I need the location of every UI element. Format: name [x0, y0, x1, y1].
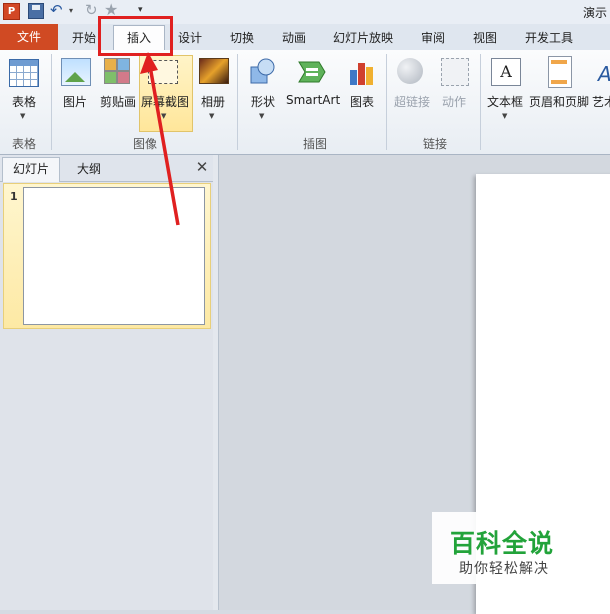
- tab-outline[interactable]: 大纲: [60, 158, 118, 180]
- shapes-button[interactable]: 形状: [246, 93, 280, 110]
- undo-icon[interactable]: ↶: [50, 1, 63, 19]
- table-icon[interactable]: [9, 59, 39, 87]
- customize-qat-icon[interactable]: ▾: [138, 5, 143, 15]
- group-divider: [51, 54, 52, 150]
- tab-developer[interactable]: 开发工具: [520, 28, 578, 48]
- screenshot-button[interactable]: 屏幕截图: [139, 93, 191, 110]
- tab-transitions[interactable]: 切换: [224, 28, 260, 48]
- window-title: 演示: [583, 6, 608, 20]
- wordart-button[interactable]: 艺术字: [592, 93, 610, 110]
- watermark-title: 百科全说: [450, 529, 555, 558]
- tab-file[interactable]: 文件: [0, 24, 58, 50]
- photo-album-dropdown-icon[interactable]: ▼: [209, 112, 214, 120]
- tab-animations[interactable]: 动画: [276, 28, 312, 48]
- close-icon[interactable]: ✕: [193, 157, 211, 177]
- photo-album-button[interactable]: 相册: [196, 93, 230, 110]
- smartart-button[interactable]: SmartArt: [286, 93, 340, 107]
- group-label-images: 图像: [132, 137, 157, 151]
- wordart-icon[interactable]: A: [598, 62, 610, 86]
- screenshot-dropdown-icon[interactable]: ▼: [161, 112, 166, 120]
- textbox-dropdown-icon[interactable]: ▼: [502, 112, 507, 120]
- group-divider: [480, 54, 481, 150]
- group-divider: [237, 54, 238, 150]
- action-button: 动作: [441, 95, 466, 109]
- group-divider: [386, 54, 387, 150]
- slide-number: 1: [10, 190, 18, 203]
- tab-slideshow[interactable]: 幻灯片放映: [330, 28, 396, 48]
- clipart-button[interactable]: 剪贴画: [96, 93, 140, 110]
- watermark-subtitle: 助你轻松解决: [459, 561, 549, 577]
- picture-button[interactable]: 图片: [58, 93, 92, 110]
- group-label-tables: 表格: [11, 137, 36, 151]
- chart-button[interactable]: 图表: [345, 93, 379, 110]
- undo-dropdown-icon[interactable]: ▾: [69, 6, 73, 15]
- photo-album-icon[interactable]: [199, 58, 229, 84]
- table-dropdown-icon[interactable]: ▼: [20, 112, 25, 120]
- clipart-icon[interactable]: [104, 58, 130, 84]
- chart-icon[interactable]: [348, 58, 376, 86]
- tab-design[interactable]: 设计: [172, 28, 208, 48]
- textbox-button[interactable]: 文本框: [484, 93, 526, 110]
- shapes-icon[interactable]: [250, 58, 276, 86]
- smartart-icon[interactable]: [297, 60, 327, 84]
- shapes-dropdown-icon[interactable]: ▼: [259, 112, 264, 120]
- tab-slides[interactable]: 幻灯片: [2, 157, 60, 182]
- powerpoint-logo-icon[interactable]: P: [3, 3, 20, 20]
- group-label-links: 链接: [422, 137, 447, 151]
- group-label-illustrations: 插图: [302, 137, 327, 151]
- save-icon[interactable]: [28, 3, 44, 19]
- slide-thumbnail[interactable]: [23, 187, 205, 325]
- screenshot-icon[interactable]: [148, 60, 178, 84]
- tab-review[interactable]: 审阅: [416, 28, 450, 48]
- picture-icon[interactable]: [61, 58, 91, 86]
- redo-icon[interactable]: ↻: [85, 1, 98, 19]
- hyperlink-icon: [397, 58, 423, 84]
- textbox-icon[interactable]: A: [491, 58, 521, 86]
- annotation-highlight-box: [98, 16, 173, 56]
- header-footer-icon[interactable]: [548, 56, 572, 88]
- hyperlink-button: 超链接: [393, 95, 430, 109]
- tab-view[interactable]: 视图: [468, 28, 502, 48]
- action-icon: [441, 58, 469, 86]
- table-button[interactable]: 表格: [6, 93, 42, 110]
- header-footer-button[interactable]: 页眉和页脚: [528, 93, 590, 110]
